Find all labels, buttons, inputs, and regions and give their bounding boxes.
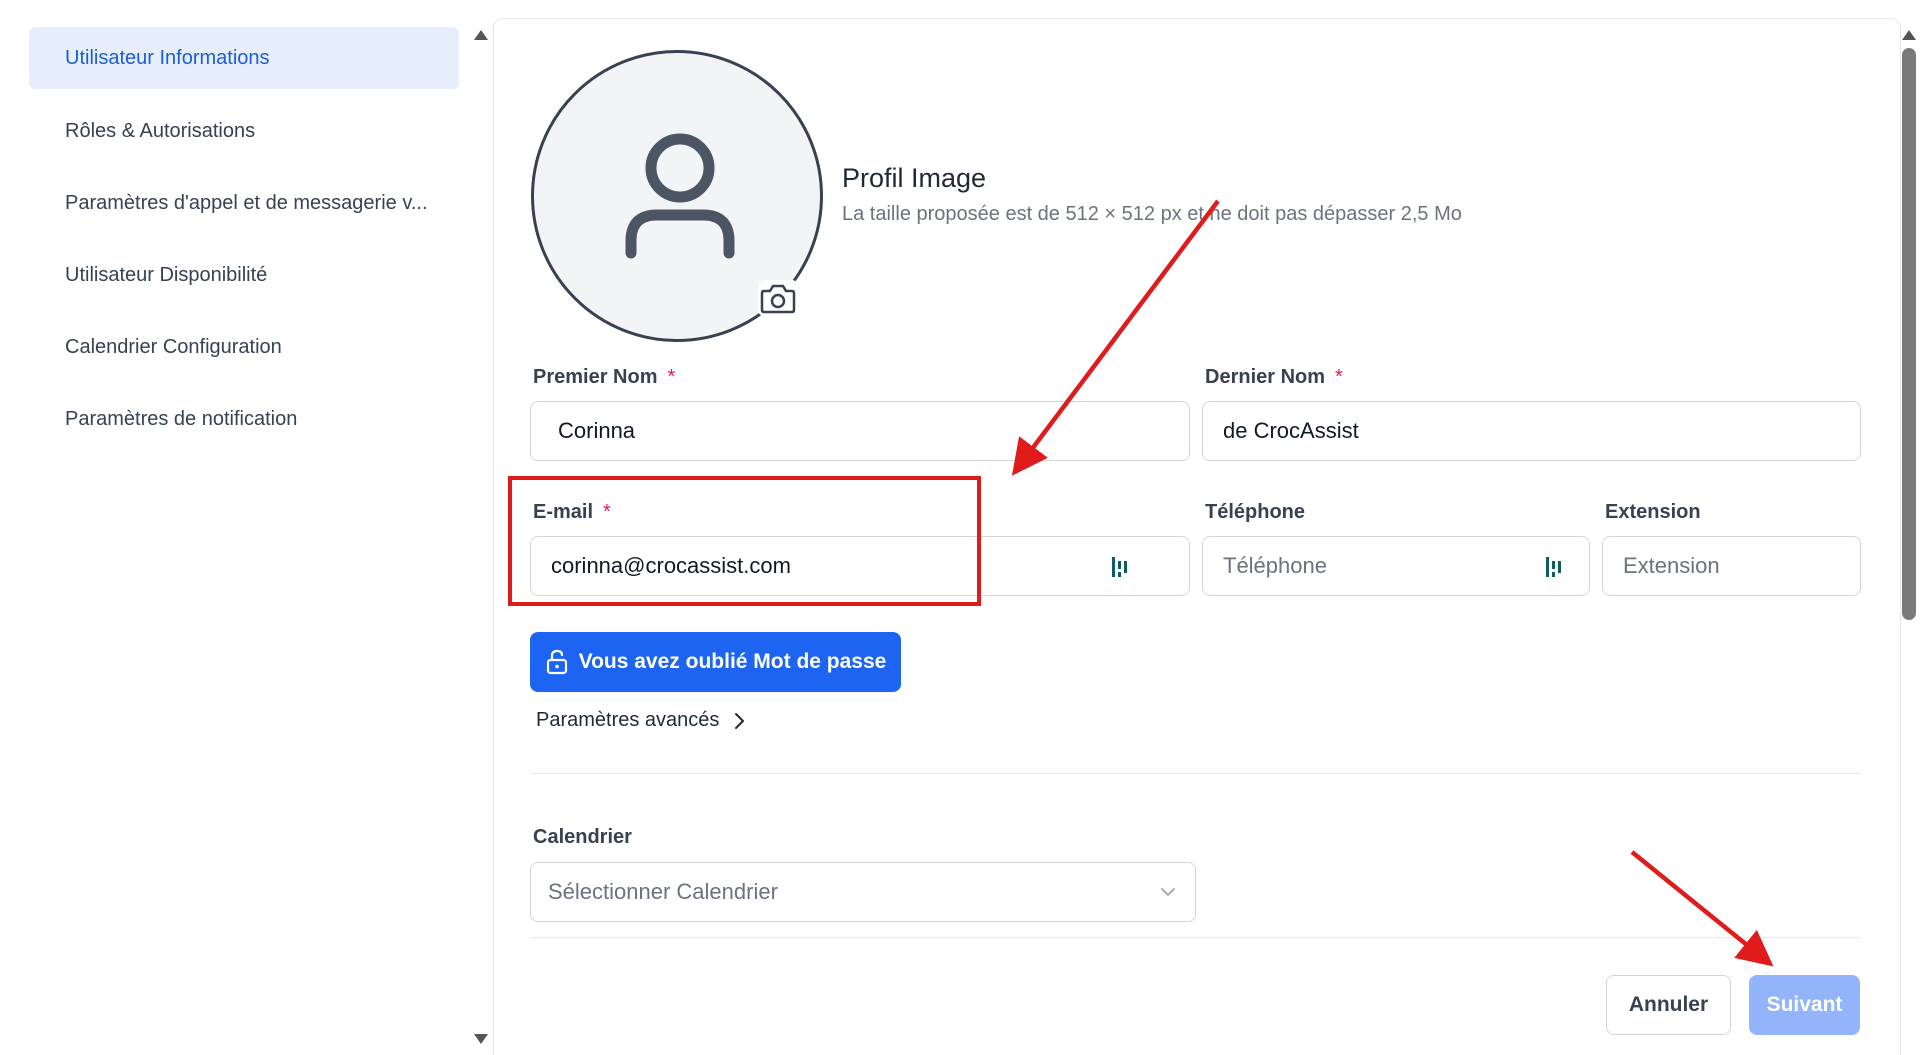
lock-icon [546, 649, 567, 675]
calendar-placeholder: Sélectionner Calendrier [548, 879, 778, 904]
sidebar-item-calendar-config[interactable]: Calendrier Configuration [29, 316, 459, 378]
email-value: corinna@crocassist.com [551, 553, 791, 578]
phone-label: Téléphone [1205, 501, 1306, 523]
page-scrollbar-thumb[interactable] [1902, 48, 1916, 620]
user-icon [625, 133, 735, 259]
sidebar-item-notifications[interactable]: Paramètres de notification [29, 388, 459, 450]
footer-divider [530, 937, 1860, 938]
sidebar: Utilisateur Informations Rôles & Autoris… [0, 0, 470, 1055]
next-button[interactable]: Suivant [1749, 975, 1860, 1035]
email-label: E-mail * [533, 501, 611, 523]
sidebar-item-availability[interactable]: Utilisateur Disponibilité [29, 244, 459, 306]
autofill-icon[interactable] [1111, 555, 1129, 579]
extension-field[interactable]: Extension [1602, 536, 1861, 596]
camera-icon[interactable] [758, 280, 798, 316]
forgot-password-button[interactable]: Vous avez oublié Mot de passe [530, 632, 901, 692]
section-divider [530, 773, 1860, 774]
advanced-settings-link[interactable]: Paramètres avancés [536, 709, 745, 732]
last-name-field[interactable]: de CrocAssist [1202, 401, 1861, 461]
chevron-right-icon [735, 712, 745, 729]
calendar-select[interactable]: Sélectionner Calendrier [530, 862, 1196, 922]
extension-label: Extension [1605, 501, 1701, 523]
last-name-label: Dernier Nom * [1205, 366, 1343, 388]
phone-placeholder: Téléphone [1223, 553, 1327, 578]
phone-field[interactable]: Téléphone [1202, 536, 1590, 596]
sidebar-item-user-info[interactable]: Utilisateur Informations [29, 27, 459, 89]
extension-placeholder: Extension [1623, 553, 1720, 578]
page-scroll-up[interactable] [1902, 30, 1916, 40]
last-name-value: de CrocAssist [1223, 418, 1359, 443]
cancel-button[interactable]: Annuler [1606, 975, 1731, 1035]
first-name-value: Corinna [558, 418, 636, 443]
autofill-icon[interactable] [1545, 555, 1563, 579]
first-name-field[interactable]: Corinna [530, 401, 1190, 461]
email-field[interactable]: corinna@crocassist.com [530, 536, 1190, 596]
sidebar-scroll-down[interactable] [474, 1034, 488, 1044]
calendar-label: Calendrier [533, 826, 632, 848]
sidebar-item-roles[interactable]: Rôles & Autorisations [29, 100, 459, 162]
advanced-settings-label: Paramètres avancés [536, 709, 720, 731]
profile-image-title: Profil Image [842, 163, 987, 193]
sidebar-item-call-settings[interactable]: Paramètres d'appel et de messagerie v... [29, 172, 459, 234]
sidebar-scroll-up[interactable] [474, 30, 488, 40]
first-name-label: Premier Nom * [533, 366, 676, 388]
forgot-password-label: Vous avez oublié Mot de passe [578, 650, 887, 673]
profile-image-hint: La taille proposée est de 512 × 512 px e… [842, 203, 1462, 225]
chevron-down-icon [1161, 888, 1175, 896]
